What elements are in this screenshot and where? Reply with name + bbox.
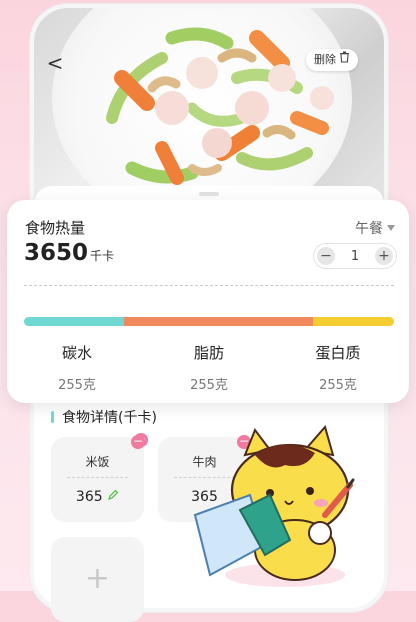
macro-carbs-label: 碳水 <box>61 344 92 362</box>
quantity-value: 1 <box>350 248 360 264</box>
food-item-divider <box>67 477 128 478</box>
food-details-header: 食物详情(千卡) <box>51 407 157 427</box>
calorie-value: 3650 <box>24 240 89 266</box>
macro-protein: 蛋白质 255克 <box>293 342 383 393</box>
quantity-stepper: − 1 + <box>313 243 397 269</box>
cat-mascot-illustration <box>193 425 355 587</box>
carbs-segment <box>24 317 124 326</box>
protein-segment <box>312 317 394 326</box>
chevron-down-icon <box>387 225 395 231</box>
increment-button[interactable]: + <box>375 247 393 265</box>
sheet-drag-handle[interactable] <box>199 192 219 196</box>
food-item-name: 米饭 <box>85 455 110 469</box>
fat-segment <box>123 317 313 326</box>
food-details-title: 食物详情(千卡) <box>62 410 157 426</box>
decrement-button[interactable]: − <box>317 247 335 265</box>
macro-fat: 脂肪 255克 <box>164 342 254 393</box>
calorie-card-title: 食物热量 <box>25 219 86 237</box>
delete-label: 删除 <box>314 53 336 66</box>
dashed-divider <box>24 285 394 286</box>
macro-fat-value: 255克 <box>190 378 228 393</box>
macro-carbs-value: 255克 <box>58 378 96 393</box>
macro-carbs: 碳水 255克 <box>32 342 122 393</box>
remove-food-button[interactable]: − <box>131 435 145 449</box>
meal-selector[interactable]: 午餐 <box>355 218 395 238</box>
meal-label: 午餐 <box>355 221 383 237</box>
calorie-card: 食物热量 午餐 3650 千卡 − 1 + 碳水 255克 脂肪 255克 蛋白… <box>7 200 409 403</box>
food-photo: < 删除 <box>34 8 384 228</box>
macro-protein-label: 蛋白质 <box>315 344 361 362</box>
pencil-icon[interactable] <box>107 489 119 505</box>
food-item-tile[interactable]: 米饭 365 − <box>51 433 148 522</box>
food-item-value: 365 <box>75 489 103 505</box>
calorie-total: 3650 千卡 <box>24 240 114 266</box>
section-accent-bar <box>51 411 54 423</box>
macro-protein-value: 255克 <box>319 378 357 393</box>
macro-fat-label: 脂肪 <box>193 344 224 362</box>
trash-icon <box>339 49 350 71</box>
food-item-value-row: 365 <box>51 489 144 505</box>
add-food-button[interactable]: + <box>51 537 144 622</box>
macro-ratio-bar <box>24 317 394 326</box>
delete-button[interactable]: 删除 <box>306 49 358 71</box>
calorie-unit: 千卡 <box>90 249 115 263</box>
back-button[interactable]: < <box>44 52 66 74</box>
